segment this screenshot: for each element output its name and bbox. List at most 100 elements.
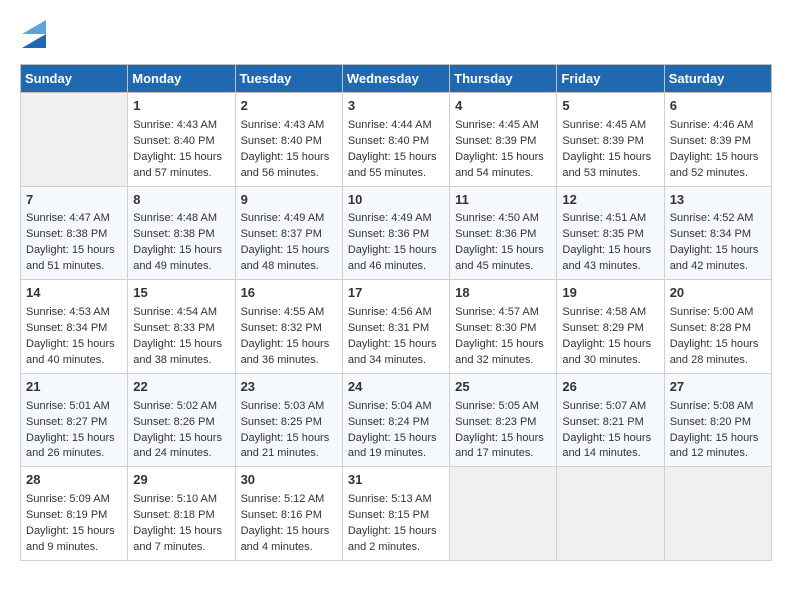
sunset-time: Sunset: 8:23 PM [455, 416, 536, 428]
calendar-cell: 1Sunrise: 4:43 AMSunset: 8:40 PMDaylight… [128, 93, 235, 187]
sunset-time: Sunset: 8:40 PM [241, 135, 322, 147]
day-number: 4 [455, 97, 551, 116]
sunrise-time: Sunrise: 4:45 AM [562, 119, 646, 131]
calendar-cell: 27Sunrise: 5:08 AMSunset: 8:20 PMDayligh… [664, 373, 771, 467]
sunrise-time: Sunrise: 4:44 AM [348, 119, 432, 131]
sunset-time: Sunset: 8:25 PM [241, 416, 322, 428]
daylight-hours: Daylight: 15 hours and 21 minutes. [241, 432, 330, 460]
sunrise-time: Sunrise: 4:53 AM [26, 306, 110, 318]
sunrise-time: Sunrise: 5:03 AM [241, 400, 325, 412]
calendar-cell: 11Sunrise: 4:50 AMSunset: 8:36 PMDayligh… [450, 186, 557, 280]
day-number: 17 [348, 284, 444, 303]
calendar-cell: 14Sunrise: 4:53 AMSunset: 8:34 PMDayligh… [21, 280, 128, 374]
day-number: 2 [241, 97, 337, 116]
sunset-time: Sunset: 8:15 PM [348, 509, 429, 521]
calendar-header: SundayMondayTuesdayWednesdayThursdayFrid… [21, 65, 772, 93]
calendar-cell: 6Sunrise: 4:46 AMSunset: 8:39 PMDaylight… [664, 93, 771, 187]
day-number: 18 [455, 284, 551, 303]
calendar-table: SundayMondayTuesdayWednesdayThursdayFrid… [20, 64, 772, 561]
daylight-hours: Daylight: 15 hours and 43 minutes. [562, 244, 651, 272]
daylight-hours: Daylight: 15 hours and 24 minutes. [133, 432, 222, 460]
calendar-cell: 31Sunrise: 5:13 AMSunset: 8:15 PMDayligh… [342, 467, 449, 561]
sunrise-time: Sunrise: 5:13 AM [348, 493, 432, 505]
day-number: 10 [348, 191, 444, 210]
sunset-time: Sunset: 8:24 PM [348, 416, 429, 428]
sunrise-time: Sunrise: 4:45 AM [455, 119, 539, 131]
day-number: 30 [241, 471, 337, 490]
daylight-hours: Daylight: 15 hours and 46 minutes. [348, 244, 437, 272]
week-row-5: 28Sunrise: 5:09 AMSunset: 8:19 PMDayligh… [21, 467, 772, 561]
calendar-cell: 4 Sunrise: 4:45 AM Sunset: 8:39 PM Daylight… [450, 93, 557, 187]
calendar-cell: 19Sunrise: 4:58 AMSunset: 8:29 PMDayligh… [557, 280, 664, 374]
daylight-hours: Daylight: 15 hours and 57 minutes. [133, 151, 222, 179]
header-cell-tuesday: Tuesday [235, 65, 342, 93]
daylight-hours: Daylight: 15 hours and 54 minutes. [455, 151, 544, 179]
sunrise-time: Sunrise: 4:46 AM [670, 119, 754, 131]
sunrise-time: Sunrise: 4:52 AM [670, 212, 754, 224]
sunset-time: Sunset: 8:36 PM [348, 228, 429, 240]
daylight-hours: Daylight: 15 hours and 56 minutes. [241, 151, 330, 179]
calendar-cell: 25Sunrise: 5:05 AMSunset: 8:23 PMDayligh… [450, 373, 557, 467]
sunset-time: Sunset: 8:19 PM [26, 509, 107, 521]
day-number: 20 [670, 284, 766, 303]
sunrise-time: Sunrise: 4:54 AM [133, 306, 217, 318]
header-cell-sunday: Sunday [21, 65, 128, 93]
sunset-time: Sunset: 8:33 PM [133, 322, 214, 334]
sunset-time: Sunset: 8:30 PM [455, 322, 536, 334]
calendar-cell [664, 467, 771, 561]
calendar-cell: 15Sunrise: 4:54 AMSunset: 8:33 PMDayligh… [128, 280, 235, 374]
sunrise-time: Sunrise: 4:57 AM [455, 306, 539, 318]
sunrise-time: Sunrise: 4:49 AM [241, 212, 325, 224]
calendar-cell: 24Sunrise: 5:04 AMSunset: 8:24 PMDayligh… [342, 373, 449, 467]
sunrise-time: Sunrise: 4:58 AM [562, 306, 646, 318]
sunrise-time: Sunrise: 4:51 AM [562, 212, 646, 224]
header-cell-wednesday: Wednesday [342, 65, 449, 93]
week-row-1: 1Sunrise: 4:43 AMSunset: 8:40 PMDaylight… [21, 93, 772, 187]
calendar-cell: 17Sunrise: 4:56 AMSunset: 8:31 PMDayligh… [342, 280, 449, 374]
sunset-time: Sunset: 8:20 PM [670, 416, 751, 428]
header-cell-monday: Monday [128, 65, 235, 93]
day-number: 6 [670, 97, 766, 116]
sunset-time: Sunset: 8:38 PM [133, 228, 214, 240]
logo [20, 20, 46, 48]
sunrise-time: Sunrise: 4:47 AM [26, 212, 110, 224]
day-number: 16 [241, 284, 337, 303]
day-number: 3 [348, 97, 444, 116]
daylight-hours: Daylight: 15 hours and 26 minutes. [26, 432, 115, 460]
header-cell-saturday: Saturday [664, 65, 771, 93]
day-number: 8 [133, 191, 229, 210]
day-number: 19 [562, 284, 658, 303]
calendar-cell: 10Sunrise: 4:49 AMSunset: 8:36 PMDayligh… [342, 186, 449, 280]
daylight-hours: Daylight: 15 hours and 42 minutes. [670, 244, 759, 272]
sunrise-time: Sunrise: 4:48 AM [133, 212, 217, 224]
daylight-hours: Daylight: 15 hours and 38 minutes. [133, 338, 222, 366]
day-number: 23 [241, 378, 337, 397]
daylight-hours: Daylight: 15 hours and 34 minutes. [348, 338, 437, 366]
day-number: 9 [241, 191, 337, 210]
daylight-hours: Daylight: 15 hours and 49 minutes. [133, 244, 222, 272]
calendar-cell [557, 467, 664, 561]
page-header [20, 20, 772, 48]
calendar-cell: 30Sunrise: 5:12 AMSunset: 8:16 PMDayligh… [235, 467, 342, 561]
day-number: 22 [133, 378, 229, 397]
calendar-cell: 13Sunrise: 4:52 AMSunset: 8:34 PMDayligh… [664, 186, 771, 280]
sunrise-time: Sunrise: 4:56 AM [348, 306, 432, 318]
daylight-hours: Daylight: 15 hours and 51 minutes. [26, 244, 115, 272]
sunrise-time: Sunrise: 5:10 AM [133, 493, 217, 505]
sunset-time: Sunset: 8:38 PM [26, 228, 107, 240]
calendar-cell: 18 Sunrise: 4:57 AM Sunset: 8:30 PM Dayligh… [450, 280, 557, 374]
daylight-hours: Daylight: 15 hours and 45 minutes. [455, 244, 544, 272]
calendar-cell [21, 93, 128, 187]
sunset-time: Sunset: 8:39 PM [455, 135, 536, 147]
week-row-3: 14Sunrise: 4:53 AMSunset: 8:34 PMDayligh… [21, 280, 772, 374]
daylight-hours: Daylight: 15 hours and 12 minutes. [670, 432, 759, 460]
calendar-cell: 26Sunrise: 5:07 AMSunset: 8:21 PMDayligh… [557, 373, 664, 467]
day-number: 31 [348, 471, 444, 490]
week-row-2: 7Sunrise: 4:47 AMSunset: 8:38 PMDaylight… [21, 186, 772, 280]
day-number: 12 [562, 191, 658, 210]
sunset-time: Sunset: 8:29 PM [562, 322, 643, 334]
calendar-cell: 5Sunrise: 4:45 AMSunset: 8:39 PMDaylight… [557, 93, 664, 187]
daylight-hours: Daylight: 15 hours and 32 minutes. [455, 338, 544, 366]
sunrise-time: Sunrise: 5:00 AM [670, 306, 754, 318]
daylight-hours: Daylight: 15 hours and 28 minutes. [670, 338, 759, 366]
